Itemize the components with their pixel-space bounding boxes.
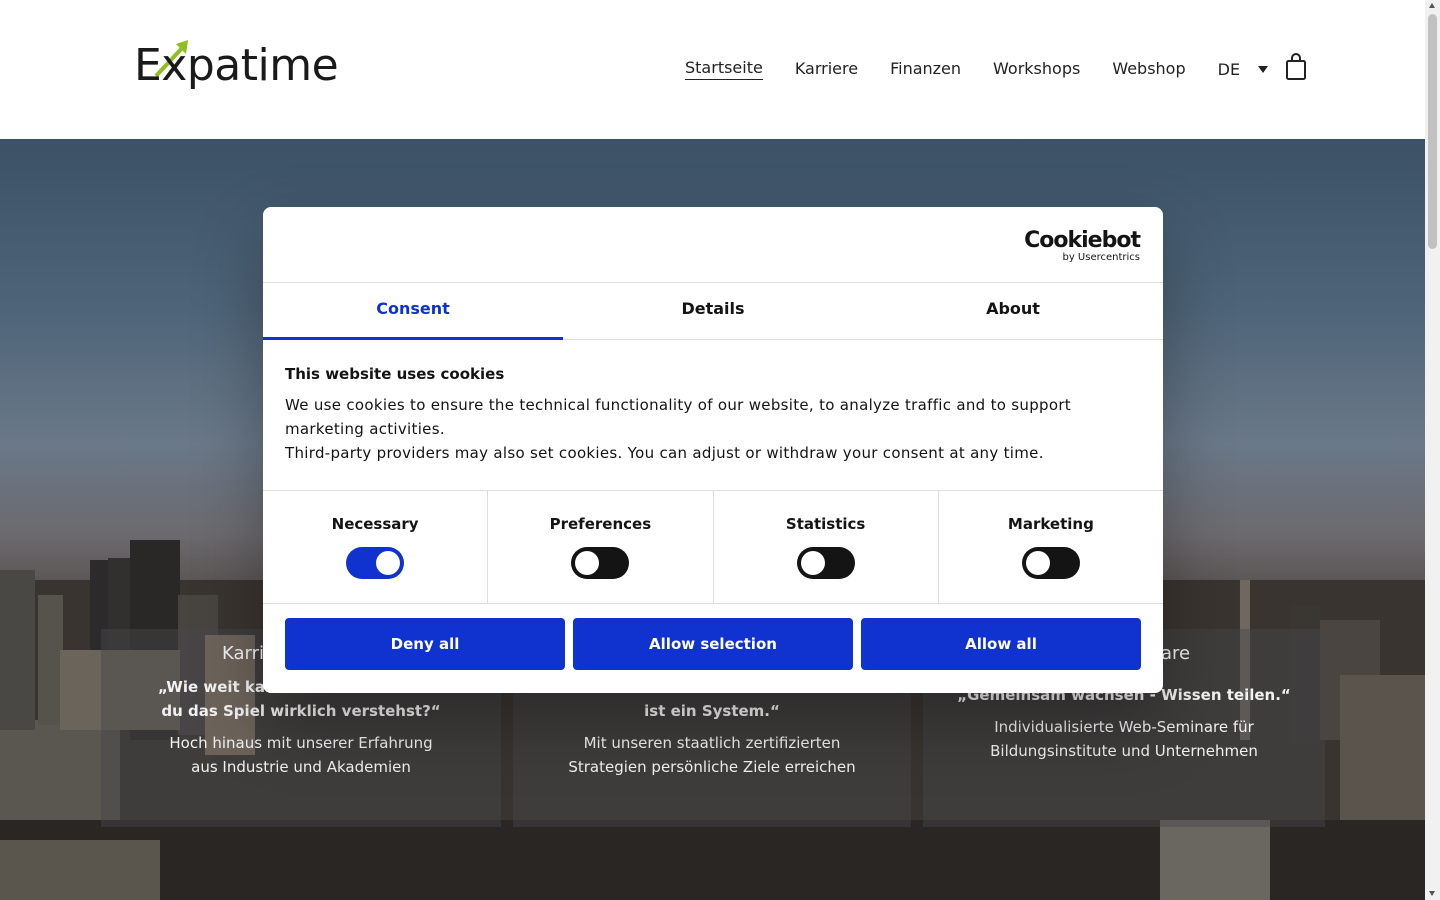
nav-webshop[interactable]: Webshop [1112, 59, 1185, 80]
card-quote-line2: ist ein System.“ [644, 702, 780, 720]
cookiebot-brand: Cookiebot [1024, 228, 1141, 253]
site-header: Expatime Startseite Karriere Finanzen Wo… [0, 0, 1425, 139]
dialog-description: We use cookies to ensure the technical f… [285, 393, 1135, 465]
marketing-toggle[interactable] [1021, 547, 1080, 579]
shopping-bag-icon[interactable] [1285, 53, 1307, 81]
category-label: Statistics [785, 515, 866, 533]
tab-consent[interactable]: Consent [263, 283, 563, 340]
card-description: Individualisierte Web-Seminare für [994, 718, 1254, 736]
card-quote: „Wie weit kan [158, 678, 276, 696]
category-statistics: Statistics [714, 491, 939, 603]
cookiebot-logo[interactable]: Cookiebot by Usercentrics [1024, 228, 1141, 263]
cookie-consent-dialog: Cookiebot by Usercentrics Consent Detail… [263, 207, 1163, 693]
language-label: DE [1217, 59, 1241, 79]
scroll-up-arrow-icon[interactable] [1429, 3, 1435, 8]
allow-all-button[interactable]: Allow all [861, 618, 1141, 670]
card-description: Hoch hinaus mit unserer Erfahrung [169, 734, 433, 752]
card-title: are [1161, 643, 1191, 664]
card-description-line2: aus Industrie und Akademien [191, 758, 411, 776]
nav-workshops[interactable]: Workshops [993, 59, 1080, 80]
necessary-toggle[interactable] [346, 547, 405, 579]
deny-all-button[interactable]: Deny all [285, 618, 565, 670]
dialog-text-line1: We use cookies to ensure the technical f… [285, 396, 1071, 438]
statistics-toggle[interactable] [796, 547, 855, 579]
dialog-buttons: Deny all Allow selection Allow all [285, 618, 1141, 670]
category-preferences: Preferences [488, 491, 714, 603]
card-quote-line2: du das Spiel wirklich verstehst?“ [161, 702, 441, 720]
tab-about[interactable]: About [863, 283, 1163, 339]
toggle-knob [800, 551, 825, 575]
main-nav: Startseite Karriere Finanzen Workshops W… [685, 58, 1269, 80]
dialog-header: Cookiebot by Usercentrics [263, 207, 1163, 283]
card-description: Mit unseren staatlich zertifizierten [583, 734, 841, 752]
logo-text: Expatime [134, 40, 339, 91]
toggle-knob [575, 551, 600, 575]
caret-down-icon [1258, 65, 1269, 73]
cookiebot-brand-sub: by Usercentrics [1062, 252, 1140, 263]
toggle-knob [376, 551, 401, 575]
language-selector[interactable]: DE [1217, 59, 1269, 79]
scroll-down-arrow-icon[interactable] [1429, 891, 1435, 896]
allow-selection-button[interactable]: Allow selection [573, 618, 853, 670]
category-label: Preferences [549, 515, 652, 533]
page-scrollbar[interactable] [1425, 0, 1440, 900]
card-title: Karri [222, 643, 265, 664]
dialog-text-line2: Third-party providers may also set cooki… [285, 444, 1044, 462]
dialog-title: This website uses cookies [285, 365, 505, 383]
card-description-line2: Strategien persönliche Ziele erreichen [568, 758, 856, 776]
cookie-categories: Necessary Preferences Statistics Marketi… [263, 490, 1163, 604]
preferences-toggle[interactable] [571, 547, 630, 579]
tab-details[interactable]: Details [563, 283, 863, 339]
nav-karriere[interactable]: Karriere [795, 59, 858, 80]
category-label: Necessary [331, 515, 419, 533]
dialog-tabs: Consent Details About [263, 283, 1163, 340]
card-description-line2: Bildungsinstitute und Unternehmen [990, 742, 1258, 760]
scrollbar-thumb[interactable] [1428, 14, 1437, 249]
toggle-knob [1025, 551, 1050, 575]
nav-finanzen[interactable]: Finanzen [890, 59, 961, 80]
category-marketing: Marketing [939, 491, 1163, 603]
nav-startseite[interactable]: Startseite [685, 58, 763, 80]
category-label: Marketing [1007, 515, 1094, 533]
category-necessary: Necessary [263, 491, 489, 603]
